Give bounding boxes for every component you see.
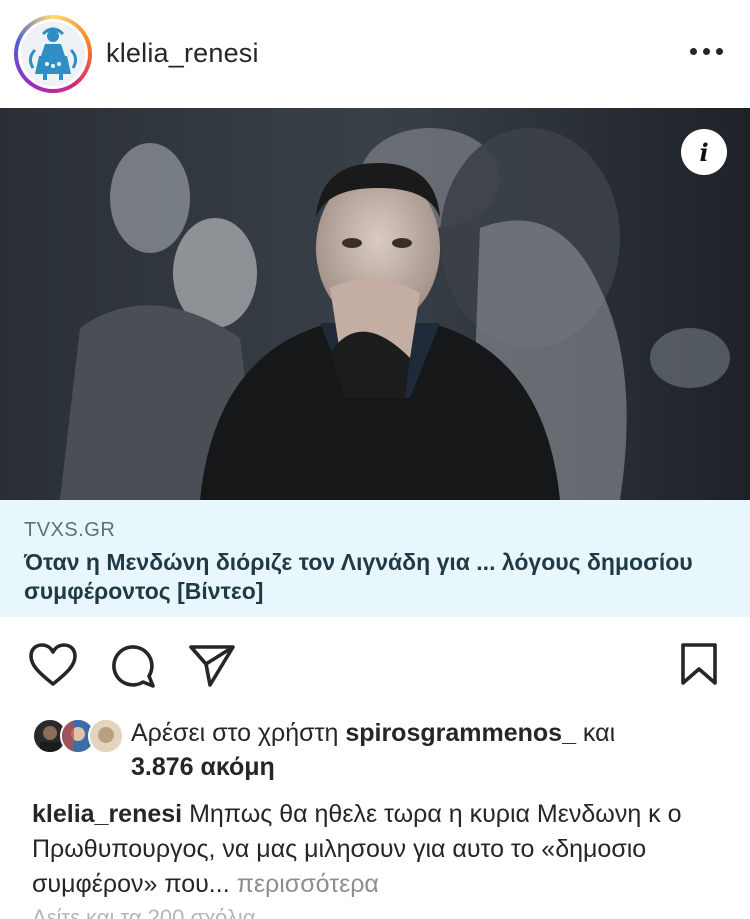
post-photo-illustration — [0, 108, 750, 500]
liked-by-avatars[interactable] — [32, 718, 124, 754]
post-username[interactable]: klelia_renesi — [106, 38, 259, 69]
likes-text[interactable]: Αρέσει στο χρήστη spirosgrammenos_ και — [131, 719, 615, 748]
post-image[interactable]: i — [0, 108, 750, 500]
caption-username[interactable]: klelia_renesi — [32, 800, 182, 828]
likes-prefix: Αρέσει στο χρήστη — [131, 719, 339, 747]
avatar — [88, 718, 124, 754]
info-icon[interactable]: i — [681, 129, 727, 175]
link-title[interactable]: Όταν η Μενδώνη διόριζε τον Λιγνάδη για .… — [24, 548, 724, 606]
share-icon[interactable] — [188, 642, 236, 688]
avatar-emblem-icon — [21, 22, 85, 86]
link-domain[interactable]: TVXS.GR — [24, 519, 115, 542]
post-caption: klelia_renesi Μηπως θα ηθελε τωρα η κυρι… — [32, 797, 722, 902]
post-header: klelia_renesi — [0, 0, 750, 108]
profile-avatar[interactable] — [14, 15, 92, 93]
more-options-icon[interactable] — [690, 48, 724, 58]
caption-more-link[interactable]: περισσότερα — [237, 870, 379, 898]
likes-count[interactable]: 3.876 ακόμη — [131, 753, 275, 782]
likes-suffix: και — [582, 719, 616, 747]
liker-username[interactable]: spirosgrammenos_ — [345, 719, 576, 747]
bookmark-icon[interactable] — [680, 642, 718, 686]
heart-icon[interactable] — [28, 642, 78, 688]
comment-icon[interactable] — [108, 642, 156, 690]
view-comments-link[interactable]: Δείτε και τα 200 σχόλια — [32, 905, 255, 919]
